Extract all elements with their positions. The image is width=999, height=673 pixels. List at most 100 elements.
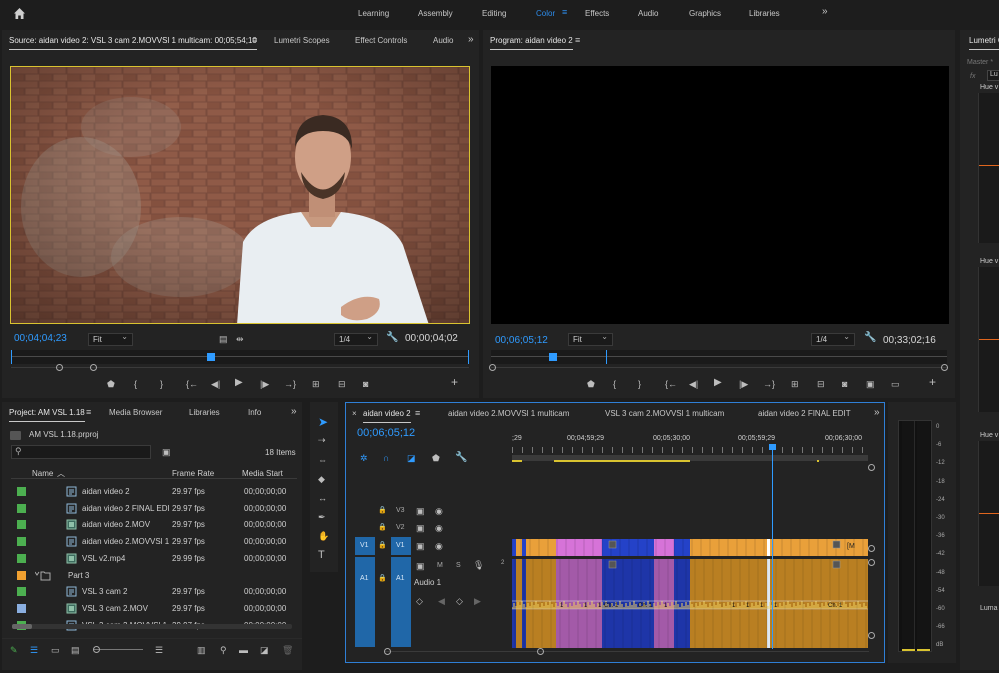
hue-curve-1[interactable] <box>978 93 999 243</box>
source-tab-menu-icon[interactable]: ≡ <box>252 35 257 45</box>
razor-tool-icon[interactable]: ◆ <box>318 474 325 484</box>
track-select-tool-icon[interactable]: ⇢ <box>318 435 326 445</box>
write-on-icon[interactable]: ✎ <box>10 645 18 655</box>
overwrite-icon[interactable]: ⊟ <box>338 379 346 389</box>
lock-icon[interactable]: 🔒 <box>378 574 387 584</box>
source-patch-a1[interactable]: A1 <box>355 557 375 647</box>
comparison-view-icon[interactable]: ▣ <box>866 379 875 389</box>
type-tool-icon[interactable]: T <box>318 550 325 561</box>
export-frame-icon[interactable]: ◙ <box>363 379 368 389</box>
project-search-input[interactable]: ⚲ <box>11 445 151 459</box>
ripple-edit-tool-icon[interactable]: ⇔ <box>318 455 327 465</box>
fx-icon[interactable]: fx <box>970 73 975 80</box>
audio-clip[interactable] <box>526 559 556 648</box>
new-item-icon[interactable]: ◪ <box>260 645 269 655</box>
program-zoom-handle-left[interactable] <box>489 364 496 371</box>
video-clip[interactable] <box>767 539 770 556</box>
workspace-effects[interactable]: Effects <box>585 9 609 18</box>
more-tabs-icon[interactable]: » <box>468 34 474 45</box>
tab-media-browser[interactable]: Media Browser <box>109 408 162 417</box>
nest-icon[interactable]: ✲ <box>360 453 368 463</box>
workspace-color[interactable]: Color <box>536 9 555 18</box>
more-workspaces-icon[interactable]: » <box>822 6 828 17</box>
step-forward-icon[interactable]: |▶ <box>260 379 269 389</box>
project-row[interactable]: aidan video 2.MOVVSl 1 29.97 fps 00;00;00;… <box>11 533 297 550</box>
source-scrubber[interactable] <box>11 350 469 364</box>
button-editor-icon[interactable]: + <box>451 376 458 388</box>
video-clip[interactable] <box>522 539 526 556</box>
eye-icon[interactable]: ◉ <box>435 523 443 533</box>
hand-tool-icon[interactable]: ✋ <box>318 531 329 541</box>
lock-icon[interactable]: 🔒 <box>378 523 387 533</box>
program-current-timecode[interactable]: 00;06;05;12 <box>495 335 548 346</box>
sort-icons-icon[interactable]: ☰ <box>155 645 163 655</box>
project-row[interactable]: aidan video 2.MOV 29.97 fps 00;00;00;00 <box>11 516 297 533</box>
project-row[interactable]: aidan video 2 29.97 fps 00;00;00;00 <box>11 483 297 500</box>
column-media-start[interactable]: Media Start <box>242 469 283 478</box>
new-search-bin-icon[interactable]: ▣ <box>162 447 171 457</box>
track-target-v1[interactable]: V1 <box>391 537 411 555</box>
project-row[interactable]: VSL 3 cam 2 29.97 fps 00;00;00;00 <box>11 583 297 600</box>
video-clip[interactable] <box>654 539 674 556</box>
program-settings-wrench-icon[interactable]: 🔧 <box>864 333 876 343</box>
microphone-icon[interactable]: 🎙 <box>473 560 484 570</box>
sequence-tab-menu-icon[interactable]: ≡ <box>415 408 420 418</box>
timeline-timecode[interactable]: 00;06;05;12 <box>357 427 415 439</box>
column-name[interactable]: Name <box>32 469 53 478</box>
program-tab-menu-icon[interactable]: ≡ <box>575 35 580 45</box>
source-current-timecode[interactable]: 00;04;04;23 <box>14 333 67 344</box>
export-frame-toggle-icon[interactable]: ▤ <box>219 334 228 344</box>
program-tab[interactable]: Program: aidan video 2 <box>490 36 573 50</box>
program-zoom-handle-right[interactable] <box>941 364 948 371</box>
workspace-graphics[interactable]: Graphics <box>689 9 721 18</box>
program-scrubber[interactable] <box>491 350 947 364</box>
video-clip[interactable] <box>512 539 516 556</box>
timeline-hscrollbar[interactable] <box>384 651 869 652</box>
list-view-icon[interactable]: ☰ <box>30 645 38 655</box>
insert-overwrite-icon[interactable]: ⇹ <box>236 334 244 344</box>
program-mark-in-icon[interactable]: { <box>613 379 616 389</box>
label-color-swatch[interactable] <box>17 603 26 613</box>
snap-icon[interactable]: ∩ <box>383 453 389 463</box>
workspace-libraries[interactable]: Libraries <box>749 9 780 18</box>
program-button-editor-icon[interactable]: + <box>929 376 936 388</box>
program-export-frame-icon[interactable]: ◙ <box>842 379 847 389</box>
project-tab-menu-icon[interactable]: ≡ <box>86 407 91 417</box>
sequence-tab-4[interactable]: aidan video 2 FINAL EDIT <box>758 409 851 418</box>
timeline-vscroll-mid-handle-2[interactable] <box>868 559 875 566</box>
next-keyframe-icon[interactable]: ▶ <box>474 596 481 606</box>
video-clip[interactable] <box>526 539 556 556</box>
prev-keyframe-icon[interactable]: ◀ <box>438 596 445 606</box>
zoom-slider[interactable] <box>93 649 143 650</box>
new-bin-icon[interactable]: ▬ <box>239 645 248 655</box>
lock-icon[interactable]: 🔒 <box>378 506 387 516</box>
sort-ascending-icon[interactable]: ︿ <box>57 468 65 479</box>
workspace-learning[interactable]: Learning <box>358 9 389 18</box>
timeline-marker-icon[interactable]: ⬟ <box>432 453 440 463</box>
mute-button[interactable]: M <box>437 562 443 569</box>
workspace-editing[interactable]: Editing <box>482 9 506 18</box>
vr-video-icon[interactable]: ▭ <box>891 379 900 389</box>
keyframe-toggle-icon[interactable]: ◇ <box>416 596 423 606</box>
label-color-swatch[interactable] <box>17 520 26 530</box>
program-step-forward-icon[interactable]: |▶ <box>739 379 748 389</box>
slip-tool-icon[interactable]: ↔ <box>318 493 327 503</box>
add-keyframe-icon[interactable]: ◇ <box>456 596 463 606</box>
tab-effect-controls[interactable]: Effect Controls <box>355 36 407 45</box>
hue-curve-3[interactable] <box>978 441 999 586</box>
project-row[interactable]: Part 3 <box>11 567 297 584</box>
selection-tool-icon[interactable]: ➤ <box>318 416 328 428</box>
tab-libraries[interactable]: Libraries <box>189 408 220 417</box>
fx-badge-icon[interactable] <box>832 560 841 569</box>
pen-tool-icon[interactable]: ✒ <box>318 512 326 522</box>
source-patch-v1[interactable]: V1 <box>355 537 375 555</box>
label-color-swatch[interactable] <box>17 553 26 563</box>
toggle-sync-icon[interactable]: ▣ <box>416 541 425 551</box>
project-more-tabs-icon[interactable]: » <box>291 406 297 417</box>
lock-icon[interactable]: 🔒 <box>378 541 387 551</box>
lumetri-master[interactable]: Master * <box>967 59 993 66</box>
project-hscrollbar[interactable] <box>12 624 292 629</box>
label-color-swatch[interactable] <box>17 537 26 547</box>
tab-info[interactable]: Info <box>248 408 261 417</box>
mark-in-icon[interactable]: { <box>134 379 137 389</box>
